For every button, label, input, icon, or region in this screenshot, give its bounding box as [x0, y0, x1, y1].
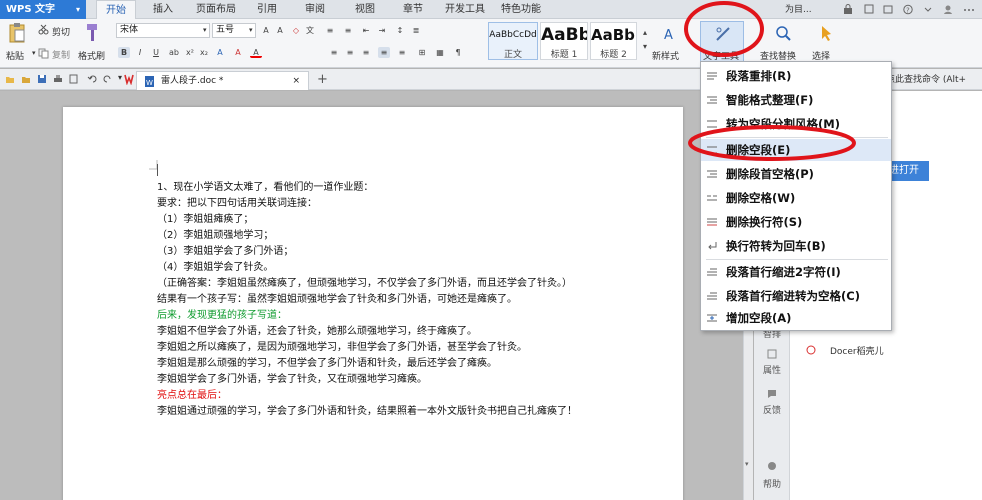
- wps-window: WPS 文字 ▾ 开始 插入 页面布局 引用 审阅 视图 章节 开发工具 特色功…: [0, 0, 982, 500]
- watermark-url: jingyan.baidu.com: [798, 432, 900, 445]
- annotation-circle-delete-empty: [688, 125, 856, 161]
- annotation-circle-text-tools: [684, 1, 764, 57]
